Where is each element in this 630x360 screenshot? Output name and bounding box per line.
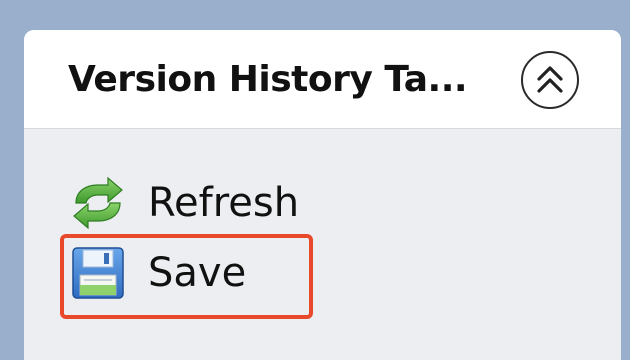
- double-chevron-up-icon: [537, 66, 563, 93]
- collapse-panel-button[interactable]: [521, 51, 579, 109]
- panel-title: Version History Ta...: [68, 59, 468, 100]
- refresh-label: Refresh: [148, 180, 300, 226]
- save-highlight-box: [60, 234, 313, 319]
- version-history-panel: Version History Ta... Refresh Save: [24, 30, 621, 360]
- panel-header: Version History Ta...: [24, 30, 621, 129]
- refresh-action[interactable]: Refresh: [68, 173, 299, 233]
- refresh-icon: [68, 173, 128, 233]
